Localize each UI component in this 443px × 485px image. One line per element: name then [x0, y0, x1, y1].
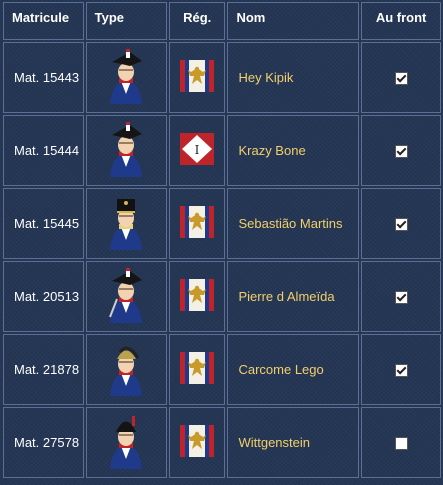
au-front-checkbox[interactable] [394, 437, 408, 451]
au-front-cell [361, 115, 441, 186]
shako-soldier-portrait-icon [100, 194, 152, 253]
regiment-cell [168, 261, 226, 332]
type-cell [85, 407, 167, 478]
table-row: Mat. 20513 Pierre d Almeïda [3, 261, 441, 332]
eagle-flag-icon[interactable] [180, 352, 215, 387]
table-row: Mat. 27578 Wittgenstein [3, 407, 441, 478]
header-regiment[interactable]: Rég. [168, 2, 226, 40]
matricule-cell: Mat. 15443 [3, 42, 84, 113]
roster-table: Matricule Type Rég. Nom Au front Mat. 15… [1, 0, 443, 480]
type-cell [85, 42, 167, 113]
au-front-cell [361, 188, 441, 259]
au-front-cell [361, 42, 441, 113]
soldier-name-link[interactable]: Hey Kipik [238, 70, 293, 85]
au-front-checkbox[interactable] [394, 72, 408, 86]
header-nom[interactable]: Nom [227, 2, 360, 40]
table-row: Mat. 15443 Hey Kipik [3, 42, 441, 113]
type-cell [85, 261, 167, 332]
regiment-cell [168, 407, 226, 478]
header-matricule[interactable]: Matricule [3, 2, 84, 40]
nom-cell: Krazy Bone [227, 115, 360, 186]
nom-cell: Sebastião Martins [227, 188, 360, 259]
soldier-name-link[interactable]: Pierre d Almeïda [238, 289, 334, 304]
matricule-cell: Mat. 27578 [3, 407, 84, 478]
matricule-cell: Mat. 21878 [3, 334, 84, 405]
bearskin-grenadier-portrait-icon [100, 413, 152, 472]
matricule-cell: Mat. 20513 [3, 261, 84, 332]
header-type[interactable]: Type [85, 2, 167, 40]
diamond-flag-icon[interactable]: I [180, 133, 215, 168]
regiment-cell [168, 188, 226, 259]
bicorne-grenadier-portrait-icon [100, 121, 152, 180]
regiment-cell: I [168, 115, 226, 186]
regiment-cell [168, 334, 226, 405]
eagle-flag-icon[interactable] [180, 425, 215, 460]
eagle-flag-icon[interactable] [180, 60, 215, 95]
type-cell [85, 115, 167, 186]
soldier-name-link[interactable]: Krazy Bone [238, 143, 305, 158]
table-row: Mat. 15445 Sebastião Martins [3, 188, 441, 259]
bicorne-grenadier-portrait-icon [100, 48, 152, 107]
au-front-checkbox[interactable] [394, 218, 408, 232]
nom-cell: Pierre d Almeïda [227, 261, 360, 332]
au-front-checkbox[interactable] [394, 145, 408, 159]
type-cell [85, 334, 167, 405]
soldier-name-link[interactable]: Sebastião Martins [238, 216, 342, 231]
soldier-name-link[interactable]: Carcome Lego [238, 362, 323, 377]
matricule-cell: Mat. 15445 [3, 188, 84, 259]
matricule-cell: Mat. 15444 [3, 115, 84, 186]
soldier-name-link[interactable]: Wittgenstein [238, 435, 310, 450]
au-front-checkbox[interactable] [394, 364, 408, 378]
eagle-flag-icon[interactable] [180, 279, 215, 314]
regiment-cell [168, 42, 226, 113]
header-row: Matricule Type Rég. Nom Au front [3, 2, 441, 40]
eagle-flag-icon[interactable] [180, 206, 215, 241]
svg-text:I: I [195, 143, 200, 157]
au-front-cell [361, 261, 441, 332]
bicorne-officer-portrait-icon [100, 267, 152, 326]
table-row: Mat. 15444 I Krazy Bone [3, 115, 441, 186]
nom-cell: Carcome Lego [227, 334, 360, 405]
au-front-cell [361, 407, 441, 478]
nom-cell: Wittgenstein [227, 407, 360, 478]
au-front-cell [361, 334, 441, 405]
header-au-front[interactable]: Au front [361, 2, 441, 40]
table-row: Mat. 21878 Carcome Lego [3, 334, 441, 405]
nom-cell: Hey Kipik [227, 42, 360, 113]
au-front-checkbox[interactable] [394, 291, 408, 305]
helmet-dragoon-portrait-icon [100, 340, 152, 399]
type-cell [85, 188, 167, 259]
